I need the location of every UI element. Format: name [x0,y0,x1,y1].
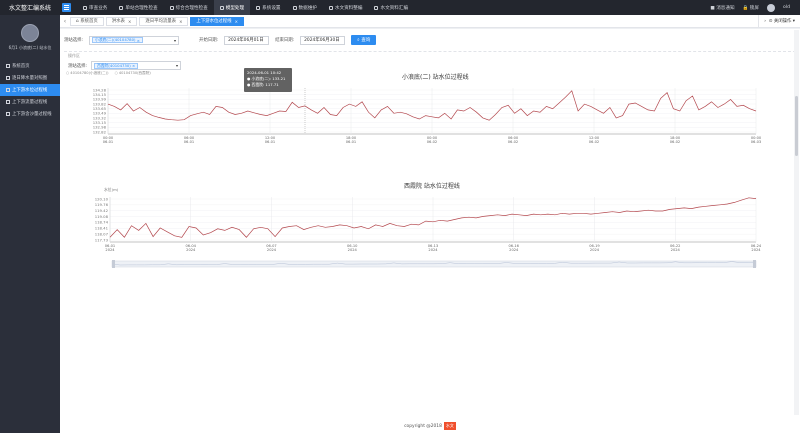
topnav-item[interactable]: 水文资料汇编 [368,0,414,15]
topnav-item[interactable]: 数据维护 [287,0,323,15]
user-info: 6月1 小浪底(二) 站水位 [8,45,52,50]
chart1-title: 小浪底(二) 站水位过程线 [402,74,469,81]
tab-active[interactable]: 上下游水位过程线 × [190,16,244,26]
top-nav: 审查业务 单站合理性检查 综合合理性检查 模型处理 系统设置 数据维护 水文资料… [77,0,414,15]
start-date-label: 开始日期: [199,38,219,43]
start-date-input[interactable]: 2024年06月01日 [224,35,270,45]
chevron-down-icon: ▾ [176,63,179,68]
chart-icon [6,76,10,80]
nav-icon [374,5,379,10]
notification-link[interactable]: ■ 消息通知 [710,5,734,11]
gear-icon [256,5,261,10]
nav-icon [119,5,124,10]
nav-icon [83,5,87,10]
avatar [21,24,39,42]
nav-icon [169,5,174,10]
top-right: ■ 消息通知 🔒 锁屏 old [710,3,800,12]
station-label: 测站选择: [64,38,84,43]
chart-icon [6,88,10,92]
topnav-item[interactable]: 单站合理性检查 [113,0,163,15]
end-date-label: 结束日期: [275,38,295,43]
chart2-title: 西霞院 站水位过程线 [404,183,460,190]
tab-bar: ‹ ⌂ 系统首页 洪水表 × 逐日平均流量表 × 上下游水位过程线 × › ⊙ 关闭操… [60,14,800,28]
user-avatar[interactable] [766,3,775,12]
tab[interactable]: 逐日平均流量表 × [139,16,189,26]
tab-scroll-left-icon[interactable]: ‹ [60,15,70,28]
nav-icon [328,5,333,10]
app-title: 水文整汇编系统 [8,5,51,12]
user-name[interactable]: old [783,5,790,10]
tab-close-all-button[interactable]: › ⊙ 关闭操作 ▾ [758,14,800,28]
station-chip: 西霞院(40104730) × [94,62,139,69]
sidebar-item[interactable]: 上下游含沙量过程线 [0,108,60,120]
legend: ○ 40104780(小浪底(二)) ○ 40104730(西霞院) [66,71,151,76]
menu-toggle-icon[interactable] [62,3,71,12]
topnav-item[interactable]: 审查业务 [77,0,113,15]
divider [64,51,796,52]
end-date-input[interactable]: 2024年06月30日 [300,35,346,45]
station-label: 测站选择: [68,63,88,69]
sidebar: 6月1 小浪底(二) 站水位 系统首页 逐日降水量对照图 上下游水位过程线 上下… [0,15,60,433]
section-label: 操作区 [68,53,80,58]
sidebar-item[interactable]: 系统首页 [0,60,60,72]
scrollbar-thumb[interactable] [795,96,798,156]
main-content: 测站选择: 小浪底(二)(40104780) × ▾ 开始日期: 2024年06… [60,29,800,419]
query-button[interactable]: ⌕ 查询 [351,35,377,45]
topnav-item[interactable]: 水文资料整编 [323,0,369,15]
close-icon[interactable]: × [235,19,238,24]
topnav-item[interactable]: 综合合理性检查 [164,0,214,15]
close-icon[interactable]: × [179,19,182,24]
chart-icon [6,112,10,116]
sidebar-item-active[interactable]: 上下游水位过程线 [0,84,60,96]
chart-icon [6,100,10,104]
footer: copyright @2018 水文 [60,419,800,433]
close-icon[interactable]: × [128,19,131,24]
nav-icon [219,5,224,10]
tab[interactable]: ⌂ 系统首页 [70,16,104,26]
chart-tooltip: 2024-06-01 10:42 ● 小浪底(二): 133.21 ● 西霞院:… [244,68,292,92]
nav-icon [292,5,297,10]
topnav-item-active[interactable]: 模型处理 [213,0,251,15]
topnav-item[interactable]: 系统设置 [250,0,286,15]
chevron-down-icon: ▾ [174,37,177,43]
legend-item[interactable]: ○ 40104730(西霞院) [115,71,151,76]
station-select-2[interactable]: 西霞院(40104730) × ▾ [91,61,182,70]
sidebar-item[interactable]: 逐日降水量对照图 [0,72,60,84]
top-bar: 水文整汇编系统 审查业务 单站合理性检查 综合合理性检查 模型处理 系统设置 数… [0,0,800,15]
scrollbar[interactable] [794,30,799,415]
footer-badge: 水文 [443,422,456,430]
filter-bar: 测站选择: 小浪底(二)(40104780) × ▾ 开始日期: 2024年06… [64,33,796,47]
lock-link[interactable]: 🔒 锁屏 [743,5,759,11]
home-icon [6,64,10,68]
sidebar-item[interactable]: 上下游流量过程线 [0,96,60,108]
user-panel: 6月1 小浪底(二) 站水位 [0,15,60,60]
legend-item[interactable]: ○ 40104780(小浪底(二)) [66,71,109,76]
close-icon[interactable]: × [132,63,135,68]
close-icon[interactable]: × [137,38,140,43]
tab[interactable]: 洪水表 × [105,16,138,26]
station-row: 测站选择: 西霞院(40104730) × ▾ [68,61,182,70]
station-select[interactable]: 小浪底(二)(40104780) × ▾ [89,35,180,45]
station-chip: 小浪底(二)(40104780) × [92,37,143,43]
